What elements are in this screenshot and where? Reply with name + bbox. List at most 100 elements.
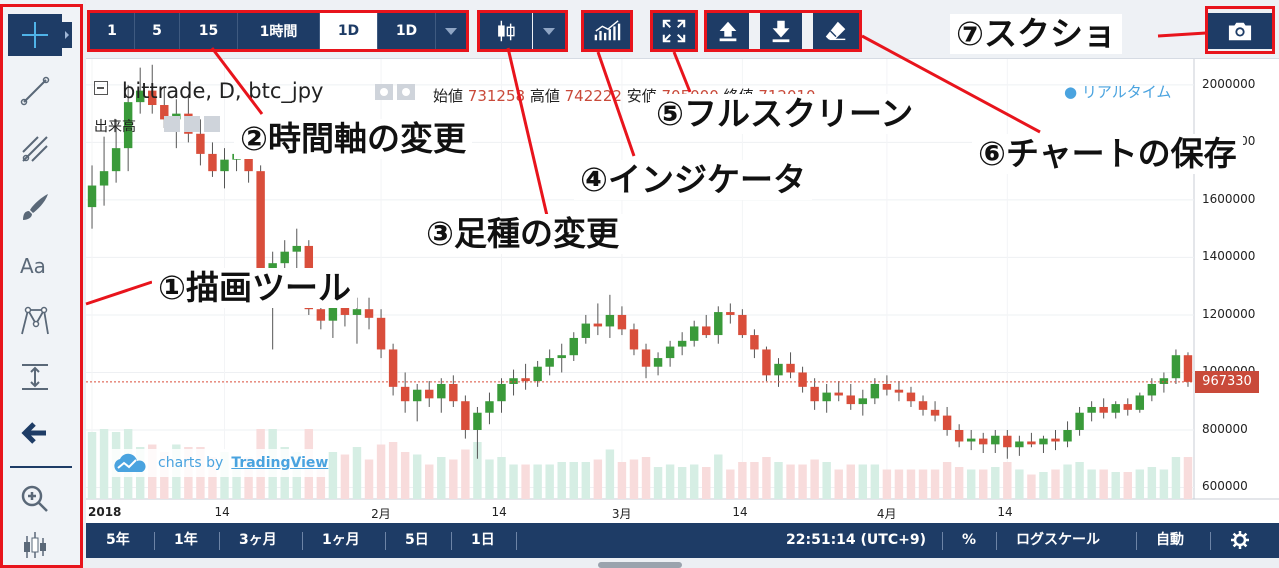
y-axis-label: 1400000 [1202,249,1256,264]
y-axis-label: 1200000 [1202,306,1256,321]
log-scale-toggle[interactable]: ログスケール [1016,523,1100,558]
volume-bar [1039,472,1048,499]
volume-bar [702,467,711,499]
candle-body [605,314,615,327]
volume-bar [834,469,843,499]
range-1y[interactable]: 1年 [174,523,198,558]
candle-body [641,349,651,367]
volume-bar [605,449,615,499]
watermark-prefix: charts by [158,455,224,471]
volume-bar [870,464,880,499]
candle-body [1171,355,1181,379]
volume-bar [738,462,747,499]
candle-body [473,412,482,430]
range-5d[interactable]: 5日 [405,523,429,558]
candle-body [1015,441,1024,448]
x-axis-label: 14 [491,505,507,519]
volume-bar [689,464,699,499]
candle-body [449,383,458,402]
annotation-screenshot: ⑦スクショ [950,14,1122,54]
legend-icons[interactable] [374,83,416,101]
candle-body [714,312,723,336]
volume-bar [918,469,928,499]
gear-icon [1231,531,1249,549]
volume-bar [846,464,855,499]
volume-bar [1171,457,1181,499]
volume-bar [328,452,338,499]
volume-bar [87,432,97,499]
candle-body [858,398,868,405]
annotation-indicator: ④インジケータ [574,160,812,200]
candle-body [509,378,518,384]
candle-body [1123,404,1132,410]
open-label: 始値 [433,87,464,105]
volume-bar [400,452,410,499]
candle-body [629,329,639,350]
volume-bar [1111,472,1120,499]
volume-bar [641,457,651,499]
candle-body [220,159,229,172]
volume-bar [497,457,506,499]
annotation-box-candle-type [477,10,568,52]
candle-body [497,383,506,402]
candle-body [533,366,542,382]
x-axis-label: 14 [732,505,748,519]
volume-bar [376,444,386,499]
annotation-box-screenshot [1205,6,1275,54]
volume-bar [822,462,831,499]
watermark-brand[interactable]: TradingView [231,455,328,471]
auto-scale-toggle[interactable]: 自動 [1156,523,1184,558]
high-label: 高値 [529,87,560,105]
y-axis-label: 2000000 [1202,76,1256,91]
volume-bar [388,442,398,499]
x-axis-label: 4月 [876,507,897,521]
candle-body [521,378,530,382]
candle-body [316,309,326,321]
range-1d[interactable]: 1日 [471,523,495,558]
collapse-legend-button[interactable] [94,81,108,95]
eye-icon [375,84,415,100]
volume-bar [786,464,795,499]
volume-bar [629,459,639,499]
open-value: 731258 [467,87,526,105]
annotation-box-fullscreen [650,10,698,52]
percent-toggle[interactable]: % [962,523,976,558]
volume-bar [774,462,783,499]
volume-bar [449,459,458,499]
volume-bar [942,462,952,499]
candle-body [834,392,843,396]
range-3m[interactable]: 3ヶ月 [239,523,277,558]
volume-bar [1087,469,1096,499]
candle-body [1039,438,1048,445]
candle-body [966,438,976,442]
volume-label: 出来高 [94,119,136,135]
candle-body [364,309,374,318]
candle-body [99,171,109,186]
annotation-drawing-tools: ①描画ツール [152,268,357,308]
annotation-box-indicator [581,10,633,52]
volume-legend-icons[interactable] [164,116,234,132]
candle-body [593,323,603,327]
candle-body [846,395,855,405]
tradingview-watermark[interactable]: charts by TradingView [110,449,329,477]
volume-bar [437,457,446,499]
candle-body [653,358,663,367]
settings-button[interactable] [1230,523,1250,558]
resize-handle[interactable] [598,562,682,568]
y-axis-label: 600000 [1202,479,1248,494]
volume-bar [979,469,988,499]
range-5y[interactable]: 5年 [106,523,130,558]
range-1m[interactable]: 1ヶ月 [322,523,360,558]
volume-bar [798,464,807,499]
candle-body [726,312,735,315]
candle-body [1075,412,1084,430]
volume-bar [521,464,530,499]
candle-body [280,251,289,264]
volume-bar [617,462,627,499]
volume-bar [485,459,494,499]
clock-timezone[interactable]: 22:51:14 (UTC+9) [786,523,926,558]
candle-body [786,363,795,373]
annotation-box-drawing-tools [0,4,83,568]
y-axis-label: 800000 [1202,421,1248,436]
volume-bar [593,459,603,499]
